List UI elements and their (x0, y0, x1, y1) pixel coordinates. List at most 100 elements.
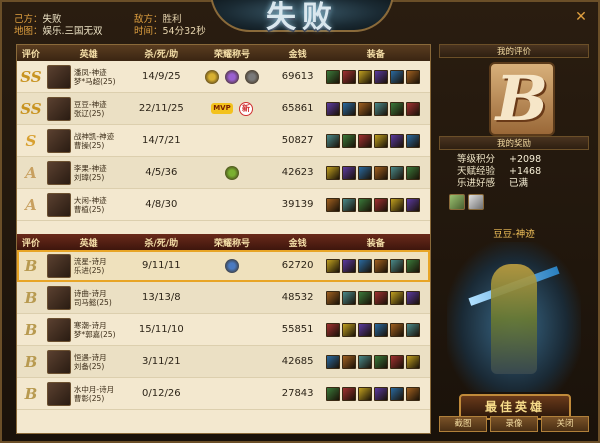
purple-star-icon[interactable] (224, 69, 239, 84)
equipment-item-icon[interactable] (405, 386, 420, 401)
equipment-item-icon[interactable] (389, 322, 404, 337)
equipment-item-icon[interactable] (325, 101, 340, 116)
equipment-item-icon[interactable] (373, 258, 388, 273)
hero-avatar[interactable] (46, 285, 71, 310)
equipment-item-icon[interactable] (357, 133, 372, 148)
equipment-item-icon[interactable] (389, 165, 404, 180)
equipment-item-icon[interactable] (325, 165, 340, 180)
equipment-item-icon[interactable] (405, 101, 420, 116)
reward-item-icon[interactable] (449, 194, 465, 210)
player-row[interactable]: S 战神凯-神迹 曹操(25) 14/7/21 50827 (17, 125, 430, 157)
equipment-item-icon[interactable] (325, 69, 340, 84)
equipment-item-icon[interactable] (325, 354, 340, 369)
green-badge-icon[interactable] (224, 165, 239, 180)
equipment-item-icon[interactable] (325, 290, 340, 305)
equipment-item-icon[interactable] (389, 197, 404, 212)
player-row[interactable]: B 寒潮-诗月 梦*郭嘉(25) 15/11/10 55851 (17, 314, 430, 346)
equipment-item-icon[interactable] (341, 69, 356, 84)
xin-badge[interactable]: 新 (238, 101, 253, 116)
equipment-item-icon[interactable] (405, 322, 420, 337)
equipment-item-icon[interactable] (325, 258, 340, 273)
hero-avatar[interactable] (46, 160, 71, 185)
equipment-item-icon[interactable] (389, 258, 404, 273)
equipment-item-icon[interactable] (325, 386, 340, 401)
equipment-item-icon[interactable] (373, 101, 388, 116)
player-name: 梦*郭嘉(25) (73, 329, 116, 339)
record-button[interactable]: 录像 (490, 416, 538, 432)
player-row[interactable]: B 恒遇-诗月 刘备(25) 3/11/21 42685 (17, 346, 430, 378)
hero-avatar[interactable] (46, 253, 71, 278)
equipment-item-icon[interactable] (405, 258, 420, 273)
col-honor: 荣耀称号 (213, 238, 250, 249)
equipment-item-icon[interactable] (357, 69, 372, 84)
equipment-item-icon[interactable] (373, 165, 388, 180)
equipment-item-icon[interactable] (405, 354, 420, 369)
equipment-item-icon[interactable] (405, 290, 420, 305)
hero-avatar[interactable] (46, 128, 71, 153)
win-team-header: 评价 英雄 杀/死/助 荣耀称号 金钱 装备 (17, 45, 430, 61)
equipment-item-icon[interactable] (357, 101, 372, 116)
rank-grade: A (25, 163, 37, 182)
hero-avatar[interactable] (46, 317, 71, 342)
equipment-item-icon[interactable] (373, 354, 388, 369)
equipment-item-icon[interactable] (373, 133, 388, 148)
hero-avatar[interactable] (46, 349, 71, 374)
equipment-item-icon[interactable] (389, 133, 404, 148)
enemy-result: 胜利 (162, 14, 182, 25)
equipment-item-icon[interactable] (325, 133, 340, 148)
player-row[interactable]: SS 潘凤-神迹 梦*马超(25) 14/9/25 69613 (17, 61, 430, 93)
equipment-item-icon[interactable] (389, 354, 404, 369)
equipment-item-icon[interactable] (357, 165, 372, 180)
equipment-item-icon[interactable] (341, 322, 356, 337)
rank-grade: B (24, 384, 38, 403)
equipment-item-icon[interactable] (389, 69, 404, 84)
equipment-item-icon[interactable] (341, 197, 356, 212)
equipment-item-icon[interactable] (357, 322, 372, 337)
screenshot-button[interactable]: 截图 (439, 416, 487, 432)
equipment-item-icon[interactable] (341, 386, 356, 401)
hero-avatar[interactable] (46, 64, 71, 89)
hero-avatar[interactable] (46, 192, 71, 217)
equipment-item-icon[interactable] (341, 258, 356, 273)
equipment-item-icon[interactable] (405, 69, 420, 84)
player-row[interactable]: B 水中月-诗月 曹彰(25) 0/12/26 27843 (17, 378, 430, 410)
equipment-item-icon[interactable] (357, 258, 372, 273)
equipment-item-icon[interactable] (325, 322, 340, 337)
mvp-badge[interactable]: MVP (210, 103, 233, 114)
equipment-item-icon[interactable] (341, 354, 356, 369)
equipment-item-icon[interactable] (341, 133, 356, 148)
player-row[interactable]: B 流星-诗月 乐进(25) 9/11/11 62720 (17, 250, 430, 282)
equipment-item-icon[interactable] (405, 165, 420, 180)
team-info: 己方：失败 地图：娱乐.三国无双 (14, 14, 103, 38)
hero-avatar[interactable] (46, 381, 71, 406)
equipment-item-icon[interactable] (373, 290, 388, 305)
equipment-item-icon[interactable] (357, 354, 372, 369)
hero-avatar[interactable] (46, 96, 71, 121)
equipment-item-icon[interactable] (373, 322, 388, 337)
gold-leaf-icon[interactable] (204, 69, 219, 84)
equipment-item-icon[interactable] (389, 290, 404, 305)
equipment-item-icon[interactable] (357, 290, 372, 305)
player-row[interactable]: A 大闲-神迹 曹植(25) 4/8/30 39139 (17, 189, 430, 221)
equipment-item-icon[interactable] (373, 386, 388, 401)
equipment-item-icon[interactable] (389, 101, 404, 116)
equipment-item-icon[interactable] (325, 197, 340, 212)
gear-badge-icon[interactable] (244, 69, 259, 84)
close-button[interactable]: 关闭 (541, 416, 589, 432)
reward-item-icon[interactable] (468, 194, 484, 210)
equipment-item-icon[interactable] (341, 290, 356, 305)
equipment-item-icon[interactable] (405, 197, 420, 212)
equipment-item-icon[interactable] (373, 197, 388, 212)
close-icon[interactable]: ✕ (574, 10, 588, 24)
equipment-item-icon[interactable] (373, 69, 388, 84)
blue-orb-icon[interactable] (224, 258, 239, 273)
player-row[interactable]: A 李果-神迹 刘璋(25) 4/5/36 42623 (17, 157, 430, 189)
equipment-item-icon[interactable] (341, 101, 356, 116)
equipment-item-icon[interactable] (405, 133, 420, 148)
equipment-item-icon[interactable] (341, 165, 356, 180)
player-row[interactable]: SS 豆豆-神迹 张辽(25) 22/11/25 MVP 新 65861 (17, 93, 430, 125)
equipment-item-icon[interactable] (357, 197, 372, 212)
player-row[interactable]: B 诗曲-诗月 司马懿(25) 13/13/8 48532 (17, 282, 430, 314)
equipment-item-icon[interactable] (389, 386, 404, 401)
equipment-item-icon[interactable] (357, 386, 372, 401)
